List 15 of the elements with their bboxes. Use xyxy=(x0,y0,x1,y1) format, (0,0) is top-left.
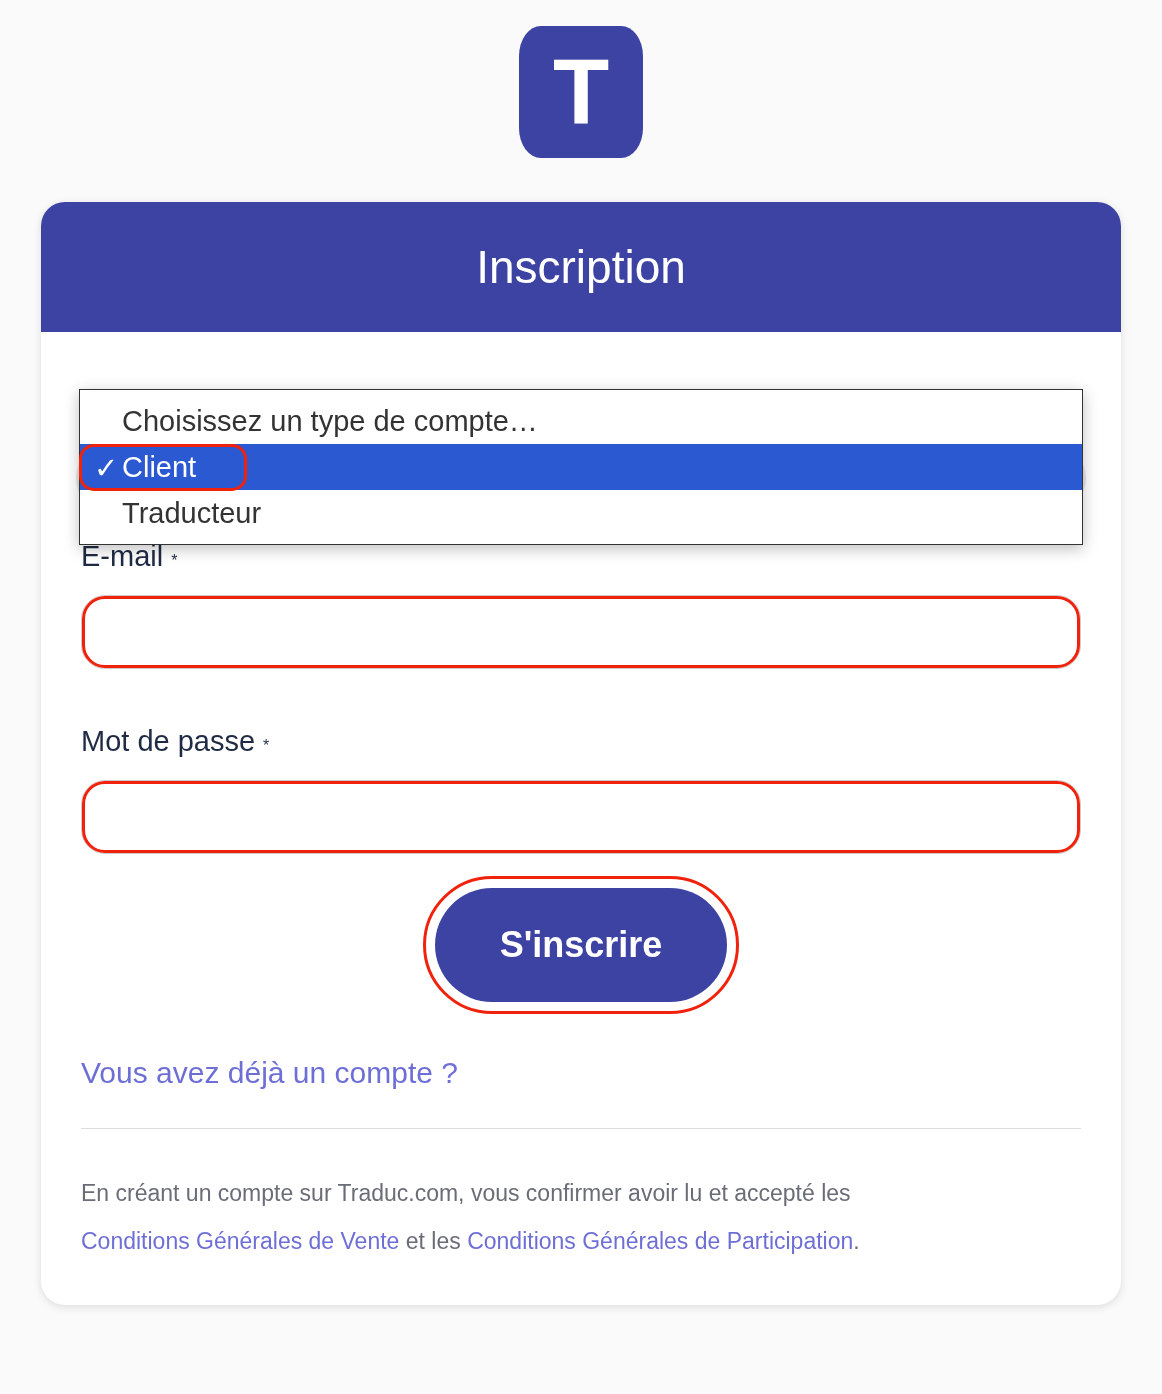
field-label: E-mail xyxy=(81,540,164,573)
required-mark: * xyxy=(171,552,178,570)
input-field[interactable] xyxy=(81,595,1081,669)
terms-link[interactable]: Conditions Générales de Vente xyxy=(81,1228,400,1254)
login-link[interactable]: Vous avez déjà un compte ? xyxy=(81,1056,458,1090)
dropdown-option[interactable]: Traducteur xyxy=(80,490,1082,536)
dropdown-option[interactable]: ✓Client xyxy=(80,444,1082,490)
card-title: Inscription xyxy=(476,240,686,294)
input-field[interactable] xyxy=(81,780,1081,854)
terms-link[interactable]: Conditions Générales de Participation xyxy=(467,1228,854,1254)
field-label: Mot de passe xyxy=(81,725,256,758)
terms-text: En créant un compte sur Traduc.com, vous confirmer avoir lu et accepté les Conditions Générales de Vente et les Conditions Générales de Participation. xyxy=(81,1179,861,1256)
dropdown-option[interactable]: Choisissez un type de compte… xyxy=(80,398,1082,444)
logo: T xyxy=(519,26,643,158)
required-mark: * xyxy=(263,737,270,755)
